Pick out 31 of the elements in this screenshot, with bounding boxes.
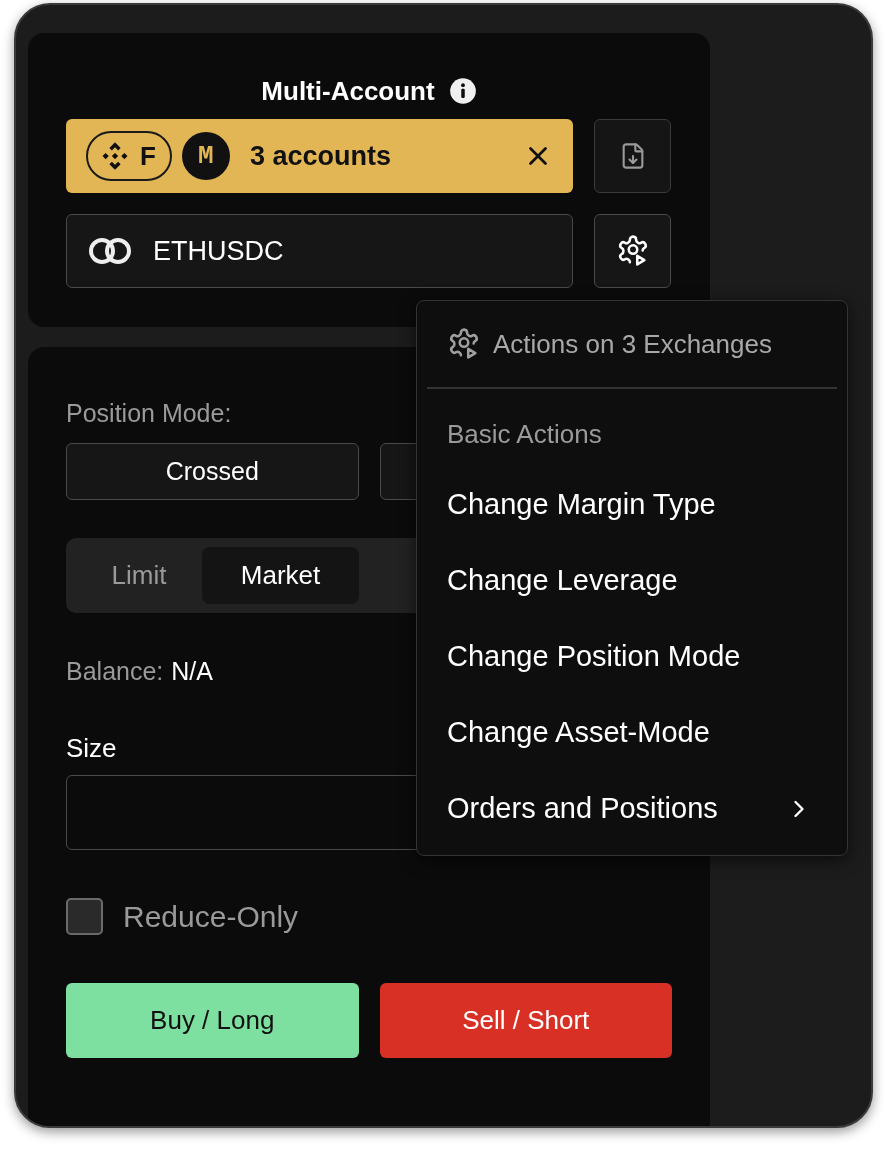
menu-section-label: Basic Actions [446, 418, 603, 451]
sell-button[interactable]: Sell / Short [379, 983, 672, 1058]
menu-item[interactable]: Change Leverage [427, 543, 837, 619]
panel-title: Multi-Account [261, 74, 435, 108]
menu-item[interactable]: Change Position Mode [427, 619, 837, 695]
diamond-logo-icon [100, 141, 130, 171]
reduce-only-label: Reduce-Only [123, 899, 299, 935]
order-type-tab[interactable]: Market [202, 547, 359, 604]
position-mode-label: Position Mode: [66, 398, 233, 429]
menu-item[interactable]: Orders and Positions [427, 771, 837, 847]
reduce-only-checkbox[interactable] [66, 898, 103, 935]
balance-value: N/A [171, 656, 213, 687]
settings-button[interactable] [594, 214, 671, 288]
info-icon[interactable] [448, 77, 477, 105]
settings-icon [447, 327, 481, 361]
account-selector[interactable]: F M 3 accounts [66, 119, 573, 193]
symbol-field[interactable]: ETHUSDC [66, 214, 573, 288]
account-avatar: M [181, 132, 230, 180]
order-type-tab[interactable]: Limit [76, 547, 202, 604]
link-icon [87, 236, 133, 266]
account-count: 3 accounts [249, 139, 392, 173]
menu-item[interactable]: Change Asset-Mode [427, 695, 837, 771]
balance-label: Balance: [66, 656, 164, 687]
download-button[interactable] [594, 119, 671, 193]
size-label: Size [66, 732, 117, 763]
exchange-badge: F [86, 131, 172, 181]
symbol-value: ETHUSDC [153, 234, 284, 268]
menu-title: Actions on 3 Exchanges [493, 327, 772, 361]
menu-item[interactable]: Change Margin Type [427, 467, 837, 543]
margin-mode-button[interactable]: Crossed [66, 443, 359, 500]
buy-button[interactable]: Buy / Long [66, 983, 359, 1058]
